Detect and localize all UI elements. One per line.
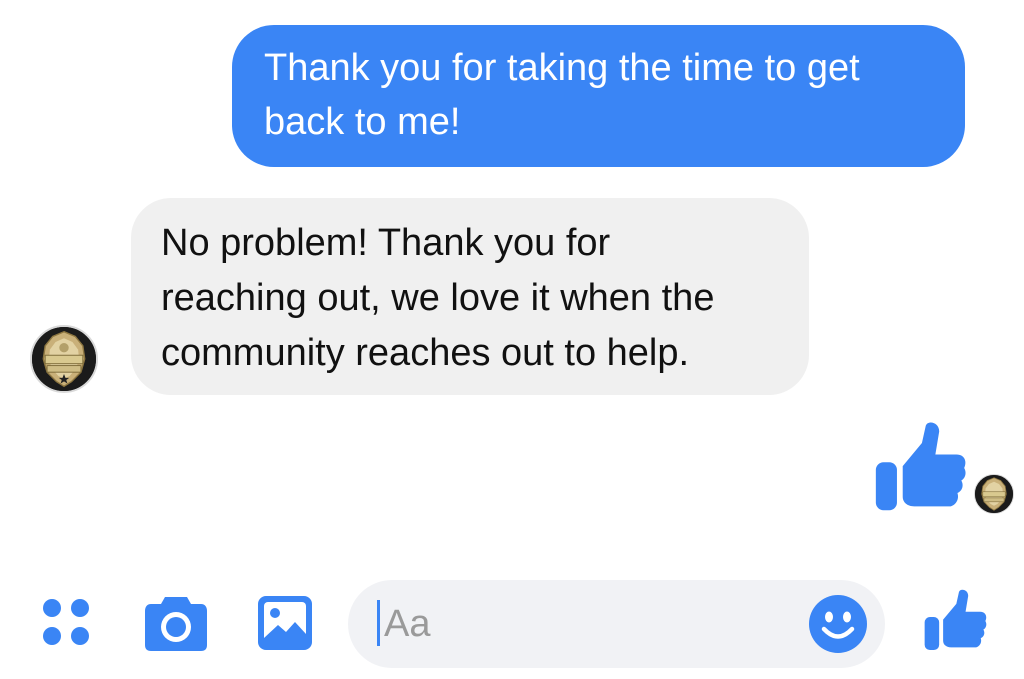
thumbs-up-icon[interactable] — [922, 588, 988, 654]
message-text-line: back to me! — [264, 101, 461, 143]
message-text-line: reaching out, we love it when the — [161, 277, 715, 319]
message-text-line: Thank you for taking the time to get — [264, 47, 860, 89]
image-icon[interactable] — [256, 594, 314, 652]
contact-avatar[interactable] — [30, 325, 98, 393]
camera-icon[interactable] — [143, 593, 209, 653]
message-text-line: community reaches out to help. — [161, 332, 690, 374]
sent-thumbs-up-icon — [872, 420, 968, 516]
message-composer[interactable] — [348, 580, 885, 668]
emoji-icon[interactable] — [808, 594, 868, 654]
text-cursor — [377, 600, 380, 646]
incoming-message-bubble[interactable]: No problem! Thank you for reaching out, … — [131, 198, 809, 395]
outgoing-message-bubble[interactable]: Thank you for taking the time to get bac… — [232, 25, 965, 167]
apps-grid-icon[interactable] — [40, 595, 96, 651]
read-receipt-avatar — [974, 474, 1014, 514]
message-text-line: No problem! Thank you for — [161, 222, 611, 264]
message-input[interactable] — [384, 596, 784, 652]
